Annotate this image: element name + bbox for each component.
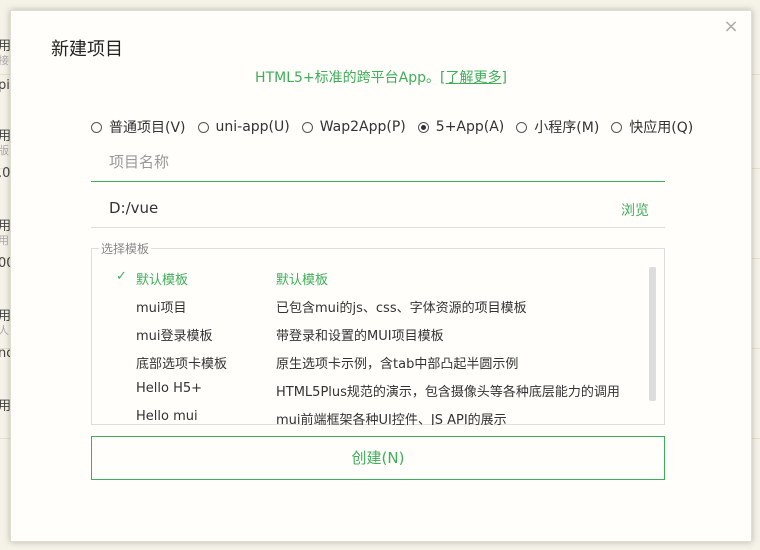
template-name: mui登录模板 (136, 329, 213, 344)
template-item-hello-h5plus[interactable]: Hello H5+ HTML5Plus规范的演示，包含摄像头等各种底层能力的调用 (92, 375, 647, 403)
template-desc: 已包含mui的js、css、字体资源的项目模板 (276, 301, 527, 316)
template-legend: 选择模板 (99, 240, 152, 257)
project-type-group: 普通项目(V) uni-app(U) Wap2App(P) 5+App(A) 小… (91, 118, 693, 136)
template-scrollbar[interactable] (649, 267, 656, 401)
bg-row-sub: 人 (0, 324, 9, 337)
learn-more-link[interactable]: [了解更多] (440, 70, 507, 86)
template-name: mui项目 (136, 301, 187, 316)
project-path-field: 浏览 (91, 191, 665, 228)
radio-label: 5+App(A) (435, 119, 505, 135)
radio-quick-app[interactable]: 快应用(Q) (611, 117, 693, 137)
bg-row-value: .0 (0, 166, 11, 181)
bg-row-sub: 用 (0, 234, 9, 247)
dialog-subtitle: HTML5+标准的跨平台App。[了解更多] (11, 67, 751, 87)
radio-label: 快应用(Q) (629, 120, 694, 136)
radio-label: uni-app(U) (215, 119, 290, 135)
radio-mini-program[interactable]: 小程序(M) (516, 117, 599, 137)
check-icon: ✓ (116, 269, 127, 284)
template-item-default[interactable]: ✓ 默认模板 默认模板 (92, 263, 647, 291)
radio-button-icon[interactable] (301, 121, 313, 133)
template-name: Hello H5+ (136, 381, 203, 396)
radio-5plus-app[interactable]: 5+App(A) (417, 119, 505, 135)
template-desc: 原生选项卡示例，含tab中部凸起半圆示例 (276, 357, 519, 372)
radio-wap2app[interactable]: Wap2App(P) (301, 119, 406, 135)
browse-button[interactable]: 浏览 (621, 200, 649, 220)
radio-button-icon[interactable] (91, 121, 102, 133)
template-group: 选择模板 ✓ 默认模板 默认模板 mui项目 已包含mui的js、css、字体资… (91, 240, 665, 425)
template-item-mui[interactable]: mui项目 已包含mui的js、css、字体资源的项目模板 (92, 291, 647, 319)
radio-button-selected-icon[interactable] (417, 121, 429, 133)
template-list: ✓ 默认模板 默认模板 mui项目 已包含mui的js、css、字体资源的项目模… (92, 263, 647, 425)
radio-label: Wap2App(P) (319, 119, 406, 135)
project-path-input[interactable] (91, 191, 665, 225)
radio-label: 普通项目(V) (109, 120, 186, 136)
create-button[interactable]: 创建(N) (91, 436, 665, 480)
template-item-bottom-tab[interactable]: 底部选项卡模板 原生选项卡示例，含tab中部凸起半圆示例 (92, 347, 647, 375)
radio-normal-project[interactable]: 普通项目(V) (91, 117, 186, 137)
template-name: 默认模板 (136, 273, 189, 288)
template-desc: mui前端框架各种UI控件、JS API的展示 (276, 413, 507, 425)
template-desc: HTML5Plus规范的演示，包含摄像头等各种底层能力的调用 (276, 385, 620, 400)
template-name: Hello mui (136, 409, 198, 424)
new-project-dialog: × 新建项目 HTML5+标准的跨平台App。[了解更多] 普通项目(V) un… (10, 10, 752, 542)
template-item-mui-login[interactable]: mui登录模板 带登录和设置的MUI项目模板 (92, 319, 647, 347)
template-item-hello-mui[interactable]: Hello mui mui前端框架各种UI控件、JS API的展示 (92, 403, 647, 425)
bg-row-sub: 接 (0, 54, 9, 67)
project-name-field (91, 145, 665, 182)
bg-row-value: pi (0, 78, 10, 93)
radio-button-icon[interactable] (197, 121, 209, 133)
close-icon[interactable]: × (721, 17, 741, 37)
subtitle-text: HTML5+标准的跨平台App。 (255, 70, 440, 86)
template-desc: 默认模板 (276, 273, 329, 288)
radio-uni-app[interactable]: uni-app(U) (197, 119, 290, 135)
bg-row-sub: 版 (0, 144, 9, 157)
radio-button-icon[interactable] (516, 121, 528, 133)
template-desc: 带登录和设置的MUI项目模板 (276, 329, 444, 344)
dialog-title: 新建项目 (51, 39, 123, 60)
radio-label: 小程序(M) (534, 120, 600, 136)
project-name-input[interactable] (91, 145, 665, 179)
template-name: 底部选项卡模板 (136, 357, 228, 372)
radio-button-icon[interactable] (611, 121, 623, 133)
